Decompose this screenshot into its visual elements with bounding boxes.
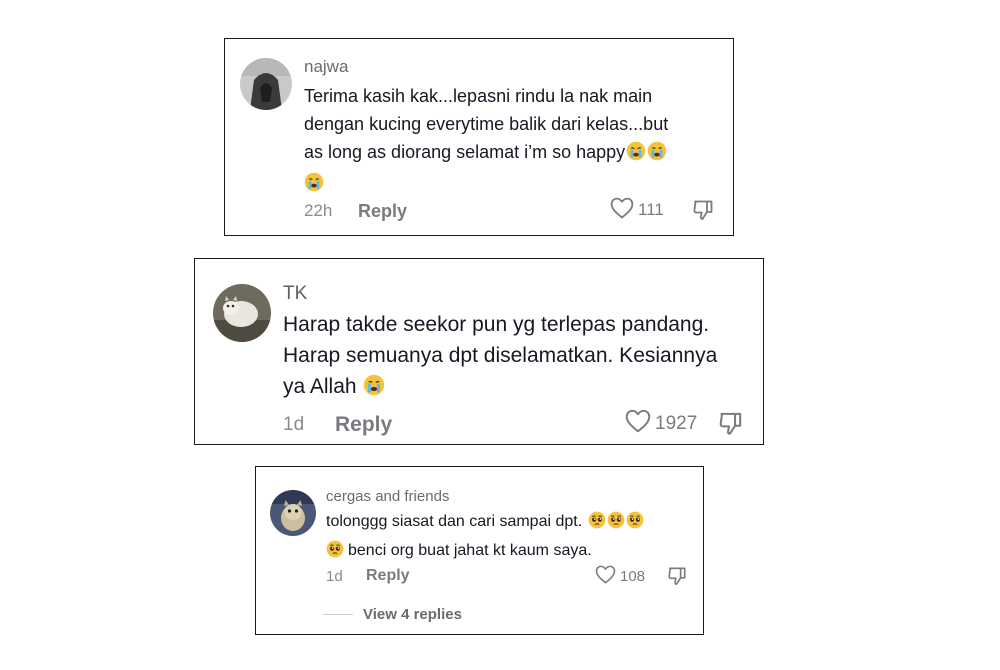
crying-face-emoji-icon <box>363 374 385 405</box>
comment-text-line: ya Allah <box>283 375 357 398</box>
reply-button[interactable]: Reply <box>366 567 410 585</box>
comment-text: Harap takde seekor pun yg terlepas panda… <box>283 309 717 405</box>
like-count: 111 <box>638 200 664 219</box>
view-replies-button[interactable]: View 4 replies <box>323 604 462 624</box>
comment-text-line: benci org buat jahat kt kaum saya. <box>348 542 592 559</box>
pleading-face-emoji-icon <box>588 511 606 538</box>
like-button[interactable]: 108 <box>595 565 645 587</box>
thumbs-down-icon[interactable] <box>692 199 714 221</box>
comment-card: TK Harap takde seekor pun yg terlepas pa… <box>194 258 764 445</box>
comment-text-line: Harap semuanya dpt diselamatkan. Kesiann… <box>283 344 718 367</box>
comment-timestamp: 1d <box>283 414 305 435</box>
thumbs-down-icon[interactable] <box>667 566 687 586</box>
comment-card: cergas and friends tolonggg siasat dan c… <box>255 466 704 635</box>
comment-text: Terima kasih kak...lepasni rindu la nak … <box>304 82 668 200</box>
heart-icon[interactable] <box>625 409 651 439</box>
divider <box>323 613 353 615</box>
comment-username[interactable]: cergas and friends <box>326 488 449 505</box>
comment-timestamp: 1d <box>326 568 343 585</box>
comment-text-line: dengan kucing everytime balik dari kelas… <box>304 114 669 134</box>
crying-face-emoji-icon <box>304 172 324 200</box>
comment-text-line: tolonggg siasat dan cari sampai dpt. <box>326 513 583 530</box>
like-button[interactable]: 1927 <box>625 409 698 439</box>
comment-text-line: Harap takde seekor pun yg terlepas panda… <box>283 313 710 336</box>
pleading-face-emoji-icon <box>626 511 644 538</box>
comment-text-line: as long as diorang selamat i’m so happy <box>304 142 626 162</box>
crying-face-emoji-icon <box>647 141 667 169</box>
view-replies-label: View 4 replies <box>363 605 462 623</box>
thumbs-down-icon[interactable] <box>718 411 743 436</box>
pleading-face-emoji-icon <box>607 511 625 538</box>
crying-face-emoji-icon <box>626 141 646 169</box>
avatar[interactable] <box>240 58 292 110</box>
comment-username[interactable]: TK <box>283 283 307 305</box>
pleading-face-emoji-icon <box>326 540 344 567</box>
like-count: 108 <box>620 567 646 585</box>
avatar[interactable] <box>213 284 271 342</box>
comment-text: tolonggg siasat dan cari sampai dpt. ben… <box>326 509 644 567</box>
comment-text-line: Terima kasih kak...lepasni rindu la nak … <box>304 86 653 106</box>
avatar[interactable] <box>270 490 316 536</box>
heart-icon[interactable] <box>610 197 634 224</box>
comment-timestamp: 22h <box>304 201 333 220</box>
reply-button[interactable]: Reply <box>358 201 407 222</box>
comment-card: najwa Terima kasih kak...lepasni rindu l… <box>224 38 734 236</box>
like-button[interactable]: 111 <box>610 197 664 224</box>
heart-icon[interactable] <box>595 565 616 588</box>
comment-username[interactable]: najwa <box>304 57 348 77</box>
reply-button[interactable]: Reply <box>335 413 392 437</box>
like-count: 1927 <box>655 413 698 434</box>
